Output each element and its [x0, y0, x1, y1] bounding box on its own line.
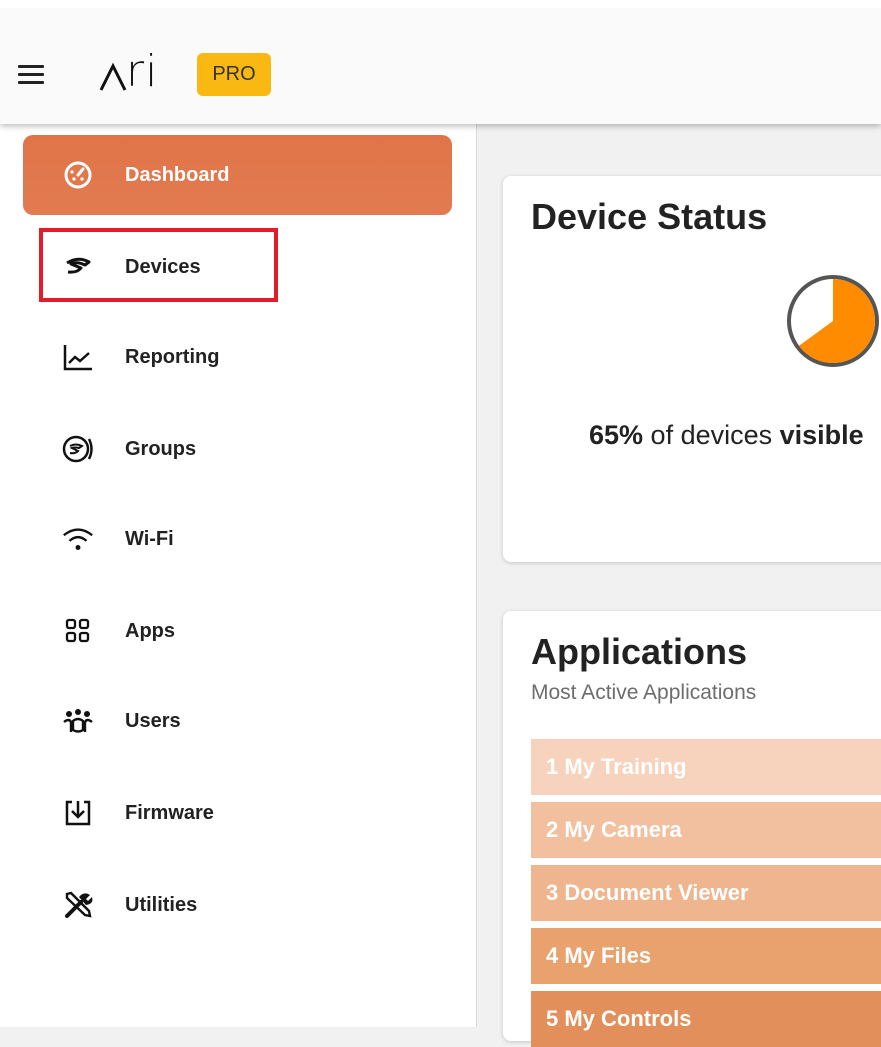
pro-badge: PRO [197, 53, 271, 96]
download-icon [61, 796, 95, 830]
sidebar-item-label: Firmware [125, 801, 214, 824]
line-chart-icon [61, 340, 95, 374]
sidebar: Dashboard Devices Reporting Groups Wi-Fi… [0, 124, 477, 1027]
sidebar-item-utilities[interactable]: Utilities [23, 865, 452, 945]
device-status-title: Device Status [531, 196, 768, 237]
sidebar-item-users[interactable]: Users [23, 681, 452, 761]
tools-icon [61, 888, 95, 922]
logo-icon [99, 62, 127, 91]
application-row[interactable]: 1 My Training [531, 739, 881, 795]
application-row[interactable]: 5 My Controls [531, 991, 881, 1047]
sidebar-item-dashboard[interactable]: Dashboard [23, 135, 452, 215]
applications-subtitle: Most Active Applications [531, 681, 757, 704]
device-status-visible-label: visible [779, 420, 864, 450]
sidebar-item-label: Dashboard [125, 163, 230, 186]
device-status-pie-chart [787, 275, 879, 367]
groups-icon [61, 432, 95, 466]
sidebar-item-label: Users [125, 709, 181, 732]
hamburger-menu-icon[interactable] [16, 63, 48, 87]
application-row[interactable]: 4 My Files [531, 928, 881, 984]
sidebar-item-label: Utilities [125, 893, 198, 916]
app-header: ri PRO [0, 8, 881, 124]
sidebar-item-reporting[interactable]: Reporting [23, 317, 452, 397]
sidebar-item-label: Devices [125, 255, 201, 278]
sidebar-item-devices[interactable]: Devices [23, 227, 452, 307]
top-edge [0, 0, 881, 8]
device-status-percent: 65% [589, 420, 644, 450]
applications-card: Applications Most Active Applications 1 … [503, 611, 881, 1047]
wifi-icon [61, 522, 95, 556]
logo-text: ri [126, 46, 159, 97]
device-status-text: of devices [643, 420, 780, 450]
applications-title: Applications [531, 631, 748, 672]
devices-icon [61, 250, 95, 284]
users-icon [61, 704, 95, 738]
apps-grid-icon [61, 614, 95, 648]
application-row[interactable]: 3 Document Viewer [531, 865, 881, 921]
sidebar-item-firmware[interactable]: Firmware [23, 773, 452, 853]
dashboard-gauge-icon [61, 158, 95, 192]
sidebar-item-groups[interactable]: Groups [23, 409, 452, 489]
device-status-summary: 65% of devices visible [589, 420, 864, 451]
sidebar-item-wifi[interactable]: Wi-Fi [23, 499, 452, 579]
sidebar-item-label: Apps [125, 619, 175, 642]
sidebar-item-label: Reporting [125, 345, 220, 368]
device-status-card: Device Status 65% of devices visible [503, 176, 881, 562]
sidebar-item-label: Wi-Fi [125, 527, 174, 550]
sidebar-item-apps[interactable]: Apps [23, 591, 452, 671]
application-row[interactable]: 2 My Camera [531, 802, 881, 858]
sidebar-item-label: Groups [125, 437, 197, 460]
